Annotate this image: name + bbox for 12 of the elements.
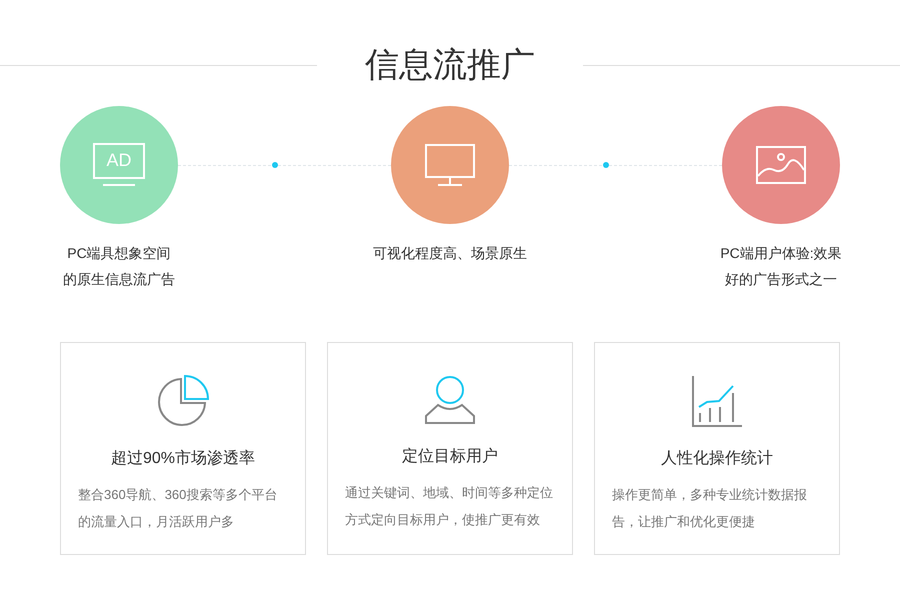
feature-caption: PC端具想象空间 (67, 244, 171, 263)
card-description: 通过关键词、地域、时间等多种定位方式定向目标用户，使推广更有效 (344, 484, 554, 529)
card-title: 人性化操作统计 (661, 448, 773, 469)
page-title: 信息流推广 (364, 44, 536, 87)
card-title: 定位目标用户 (402, 446, 498, 467)
feature-caption: PC端用户体验:效果 (720, 244, 842, 263)
card-description: 操作更简单，多种专业统计数据报告，让推广和优化更便捷 (611, 486, 808, 531)
feature-caption: 的原生信息流广告 (63, 270, 175, 289)
feature-caption: 可视化程度高、场景原生 (373, 244, 527, 263)
card-title: 超过90%市场渗透率 (110, 448, 256, 469)
card-description: 整合360导航、360搜索等多个平台的流量入口，月活跃用户多 (77, 486, 278, 531)
feature-caption: 好的广告形式之一 (725, 270, 837, 289)
